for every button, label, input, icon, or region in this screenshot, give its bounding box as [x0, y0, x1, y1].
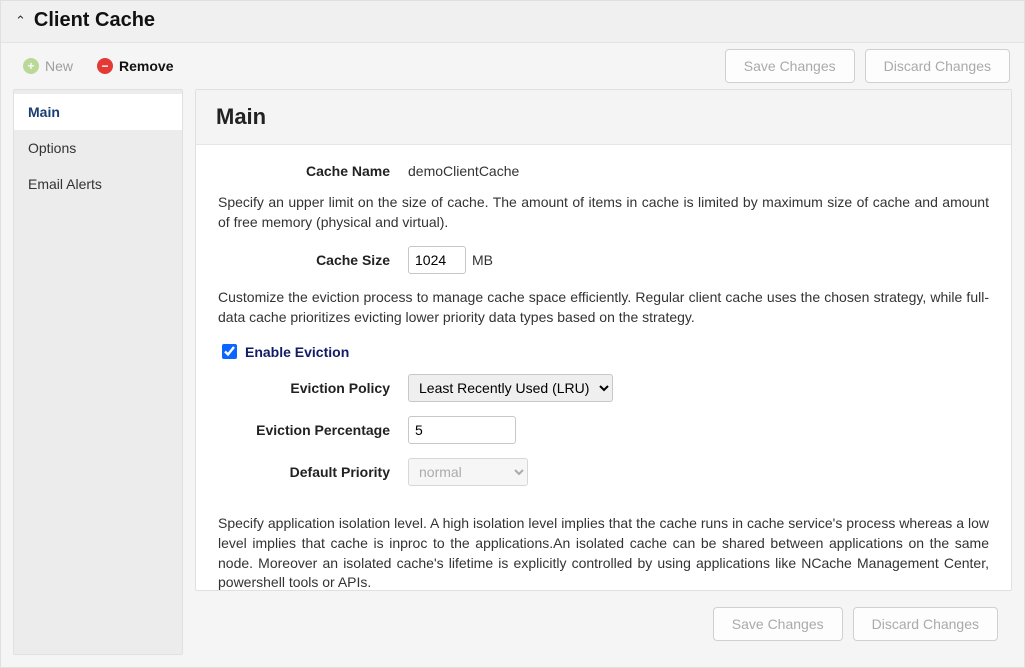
collapse-chevron-icon[interactable]: ⌃ — [15, 13, 26, 29]
discard-changes-top-button[interactable]: Discard Changes — [865, 49, 1010, 83]
sidebar-item-label: Main — [28, 104, 60, 120]
sidebar-item-label: Email Alerts — [28, 176, 102, 192]
eviction-percentage-input[interactable] — [408, 416, 516, 444]
page-title: Client Cache — [34, 9, 155, 32]
save-changes-top-button[interactable]: Save Changes — [725, 49, 855, 83]
default-priority-row: Default Priority normal — [218, 458, 989, 486]
eviction-policy-select[interactable]: Least Recently Used (LRU) — [408, 374, 613, 402]
cache-size-desc: Specify an upper limit on the size of ca… — [218, 193, 989, 232]
new-button: + New — [11, 52, 85, 80]
main-area: Main Options Email Alerts Main Cache Nam… — [1, 89, 1024, 667]
minus-icon: − — [97, 58, 113, 74]
discard-changes-bottom-button[interactable]: Discard Changes — [853, 607, 998, 641]
cache-size-row: Cache Size MB — [218, 246, 989, 274]
main-panel: Main Cache Name demoClientCache Specify … — [195, 89, 1012, 591]
new-label: New — [45, 58, 73, 74]
enable-eviction-row: Enable Eviction — [218, 341, 989, 362]
sidebar-item-label: Options — [28, 140, 76, 156]
default-priority-label: Default Priority — [218, 464, 408, 480]
content-column: Main Cache Name demoClientCache Specify … — [195, 89, 1012, 655]
sidebar-item-options[interactable]: Options — [14, 130, 182, 166]
enable-eviction-checkbox[interactable] — [222, 344, 237, 359]
eviction-policy-label: Eviction Policy — [218, 380, 408, 396]
isolation-desc: Specify application isolation level. A h… — [218, 514, 989, 590]
footer-actions: Save Changes Discard Changes — [195, 597, 1012, 655]
plus-icon: + — [23, 58, 39, 74]
cache-size-unit: MB — [472, 252, 493, 268]
panel-body: Cache Name demoClientCache Specify an up… — [196, 145, 1011, 590]
section-header[interactable]: ⌃ Client Cache — [1, 1, 1024, 43]
enable-eviction-label: Enable Eviction — [245, 344, 349, 360]
save-changes-bottom-button[interactable]: Save Changes — [713, 607, 843, 641]
cache-name-row: Cache Name demoClientCache — [218, 163, 989, 179]
eviction-percentage-label: Eviction Percentage — [218, 422, 408, 438]
cache-name-label: Cache Name — [218, 163, 408, 179]
eviction-percentage-row: Eviction Percentage — [218, 416, 989, 444]
panel-title: Main — [216, 104, 991, 130]
eviction-policy-row: Eviction Policy Least Recently Used (LRU… — [218, 374, 989, 402]
sidebar-item-main[interactable]: Main — [14, 94, 182, 130]
client-cache-settings-window: ⌃ Client Cache + New − Remove Save Chang… — [0, 0, 1025, 668]
cache-size-label: Cache Size — [218, 252, 408, 268]
cache-name-value: demoClientCache — [408, 163, 519, 179]
panel-header: Main — [196, 90, 1011, 145]
sidebar: Main Options Email Alerts — [13, 89, 183, 655]
sidebar-item-email-alerts[interactable]: Email Alerts — [14, 166, 182, 202]
remove-button[interactable]: − Remove — [85, 52, 185, 80]
eviction-desc: Customize the eviction process to manage… — [218, 288, 989, 327]
cache-size-input[interactable] — [408, 246, 466, 274]
remove-label: Remove — [119, 58, 173, 74]
default-priority-select: normal — [408, 458, 528, 486]
toolbar: + New − Remove Save Changes Discard Chan… — [1, 43, 1024, 89]
